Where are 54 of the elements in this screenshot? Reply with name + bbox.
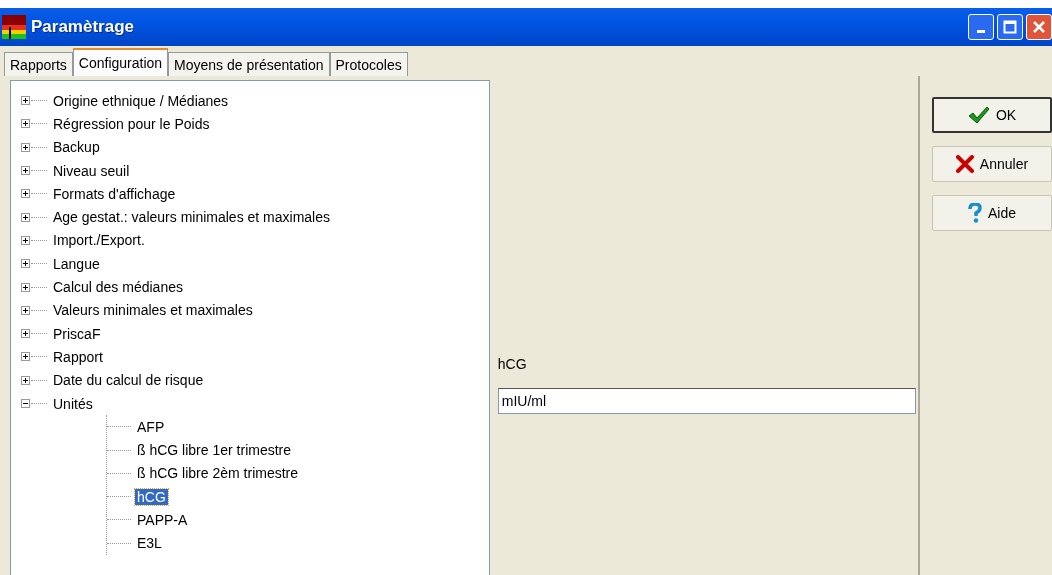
tree-item[interactable]: Backup [51, 139, 102, 156]
expand-icon[interactable] [21, 282, 30, 292]
expand-icon[interactable] [21, 212, 30, 222]
tree-item[interactable]: Langue [51, 255, 102, 272]
expand-icon[interactable] [21, 352, 30, 362]
tab[interactable]: Rapports [4, 52, 73, 76]
help-icon [968, 203, 982, 223]
tree-item[interactable]: ß hCG libre 1er trimestre [135, 442, 294, 459]
cancel-button[interactable]: Annuler [932, 146, 1052, 182]
minimize-icon [977, 29, 985, 33]
maximize-button[interactable] [997, 14, 1023, 40]
minimize-button[interactable] [968, 14, 994, 40]
tree-item[interactable]: Niveau seuil [51, 162, 132, 179]
tree-item[interactable]: Formats d'affichage [51, 185, 178, 202]
collapse-icon[interactable] [21, 399, 30, 408]
expand-icon[interactable] [21, 96, 30, 106]
maximize-icon [1003, 20, 1017, 34]
tree-item[interactable]: Unités [51, 395, 95, 412]
tree-item[interactable]: Valeurs minimales et maximales [51, 302, 255, 319]
ok-button[interactable]: OK [932, 97, 1052, 133]
expand-icon[interactable] [21, 305, 30, 315]
tree-item[interactable]: Age gestat.: valeurs minimales et maximales [51, 209, 332, 226]
tree-item[interactable]: PAPP-A [135, 512, 190, 528]
tree-item[interactable]: Régression pour le Poids [51, 115, 212, 132]
tree-item[interactable]: Rapport [51, 348, 105, 365]
tree-item[interactable]: hCG [135, 488, 168, 505]
expand-icon[interactable] [21, 166, 30, 176]
help-button[interactable]: Aide [932, 195, 1052, 231]
tree-item[interactable]: AFP [135, 418, 167, 435]
expand-icon[interactable] [21, 142, 30, 152]
tree-item[interactable]: Import./Export. [51, 232, 147, 249]
cross-icon [955, 155, 974, 173]
expand-icon[interactable] [21, 235, 30, 245]
tree-item[interactable]: Origine ethnique / Médianes [51, 92, 231, 109]
expand-icon[interactable] [21, 375, 30, 385]
expand-icon[interactable] [21, 329, 30, 339]
tree-item[interactable]: Date du calcul de risque [51, 372, 206, 389]
checkmark-icon [967, 106, 990, 124]
field-label: hCG [497, 356, 528, 372]
close-icon [1032, 20, 1046, 34]
close-button[interactable] [1026, 14, 1052, 40]
app-icon [2, 15, 26, 39]
tree-item[interactable]: ß hCG libre 2èm trimestre [135, 465, 301, 482]
tab[interactable]: Protocoles [329, 52, 408, 76]
expand-icon[interactable] [21, 189, 30, 199]
tree-item[interactable]: E3L [135, 535, 164, 552]
expand-icon[interactable] [21, 259, 30, 269]
expand-icon[interactable] [21, 119, 30, 129]
tab[interactable]: Configuration [72, 48, 169, 76]
window-title: Paramètrage [31, 17, 135, 37]
tree-item[interactable]: PriscaF [51, 325, 103, 342]
tab[interactable]: Moyens de présentation [168, 52, 330, 76]
unit-field[interactable]: mIU/ml [497, 388, 916, 414]
tree-item[interactable]: Calcul des médianes [51, 279, 185, 295]
